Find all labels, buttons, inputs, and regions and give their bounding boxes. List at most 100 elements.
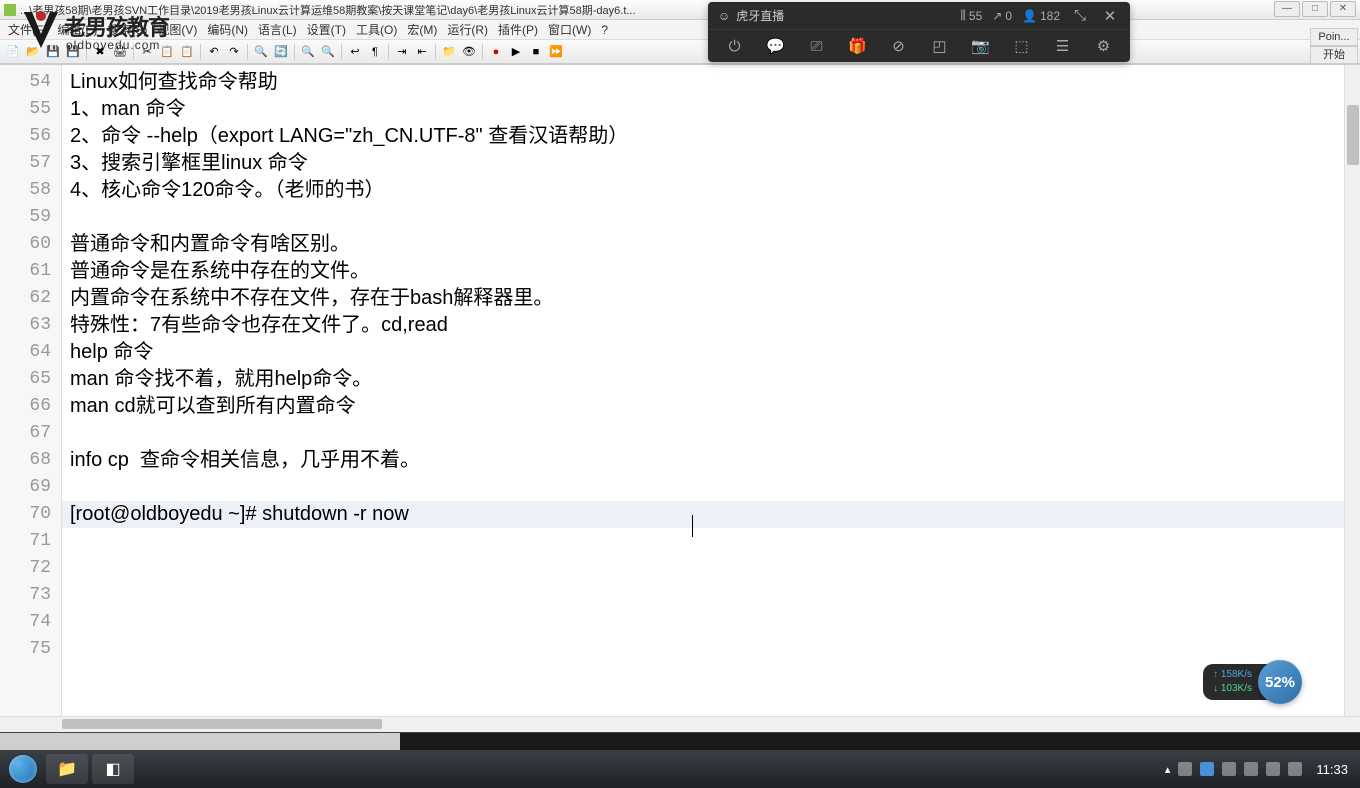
tray-icon-3[interactable] xyxy=(1222,762,1236,776)
tray-chevron-icon[interactable]: ▴ xyxy=(1165,763,1171,776)
tray-volume-icon[interactable] xyxy=(1244,762,1258,776)
fast-icon[interactable]: ⏩ xyxy=(547,43,565,61)
tray-network-icon[interactable] xyxy=(1266,762,1280,776)
record-icon[interactable]: ● xyxy=(487,43,505,61)
chat-icon[interactable]: 💬 xyxy=(766,36,786,56)
list-icon[interactable]: ☰ xyxy=(1053,36,1073,56)
line-number: 59 xyxy=(0,204,61,231)
code-line[interactable]: 特殊性：7有些命令也存在文件了。cd,read xyxy=(62,312,1344,339)
task-explorer[interactable]: 📁 xyxy=(46,754,88,784)
line-number: 62 xyxy=(0,285,61,312)
menu-window[interactable]: 窗口(W) xyxy=(544,21,595,38)
power-icon[interactable]: ⏻ xyxy=(725,36,745,56)
stop-icon[interactable]: ■ xyxy=(527,43,545,61)
code-line[interactable]: man 命令找不着，就用help命令。 xyxy=(62,366,1344,393)
show-chars-icon[interactable]: ¶ xyxy=(366,43,384,61)
code-line[interactable] xyxy=(62,204,1344,231)
zoom-out-icon[interactable]: 🔍 xyxy=(319,43,337,61)
undo-icon[interactable]: ↶ xyxy=(205,43,223,61)
close-stream-icon[interactable]: ✕ xyxy=(1100,6,1120,26)
download-speed: ↓ 103K/s xyxy=(1213,682,1252,696)
line-number-gutter: 5455565758596061626364656667686970717273… xyxy=(0,65,62,716)
camera-icon[interactable]: 📷 xyxy=(971,36,991,56)
code-line[interactable]: help 命令 xyxy=(62,339,1344,366)
code-line[interactable]: info cp 查命令相关信息，几乎用不着。 xyxy=(62,447,1344,474)
play-icon[interactable]: ▶ xyxy=(507,43,525,61)
code-line[interactable]: 3、搜索引擎框里linux 命令 xyxy=(62,150,1344,177)
gift-icon[interactable]: 🎁 xyxy=(848,36,868,56)
monitor-icon[interactable]: 👁 xyxy=(460,43,478,61)
side-panel-title[interactable]: Poin... xyxy=(1310,28,1358,46)
code-line[interactable] xyxy=(62,582,1344,609)
code-line[interactable] xyxy=(62,528,1344,555)
line-number: 70 xyxy=(0,501,61,528)
separator xyxy=(247,44,248,60)
menu-plugins[interactable]: 插件(P) xyxy=(494,21,542,38)
capture-icon[interactable]: ◰ xyxy=(930,36,950,56)
network-speed-widget[interactable]: ↑ 158K/s ↓ 103K/s 52% xyxy=(1203,660,1302,704)
disable-icon[interactable]: ⊘ xyxy=(889,36,909,56)
code-line[interactable]: man cd就可以查到所有内置命令 xyxy=(62,393,1344,420)
menu-macro[interactable]: 宏(M) xyxy=(403,21,441,38)
memory-percent: 52% xyxy=(1265,674,1295,691)
code-line[interactable] xyxy=(62,636,1344,663)
window-titlebar: ...\老男孩58期\老男孩SVN工作目录\2019老男孩Linux云计算运维5… xyxy=(0,0,1360,20)
code-line[interactable]: 普通命令是在系统中存在的文件。 xyxy=(62,258,1344,285)
tray-shield-icon[interactable] xyxy=(1200,762,1214,776)
menu-language[interactable]: 语言(L) xyxy=(254,21,301,38)
code-line[interactable]: 1、man 命令 xyxy=(62,96,1344,123)
tray-flag-icon[interactable] xyxy=(1288,762,1302,776)
menu-encoding[interactable]: 编码(N) xyxy=(203,21,252,38)
video-timeline[interactable] xyxy=(0,732,1360,750)
folder-icon[interactable]: 📁 xyxy=(440,43,458,61)
wrap-icon[interactable]: ↩ xyxy=(346,43,364,61)
line-number: 63 xyxy=(0,312,61,339)
code-line[interactable] xyxy=(62,609,1344,636)
code-line[interactable]: 内置命令在系统中不存在文件，存在于bash解释器里。 xyxy=(62,285,1344,312)
stream-stats: ⫼55 ↗0 👤182 ⤡ ✕ xyxy=(960,6,1120,26)
memory-ball[interactable]: 52% xyxy=(1258,660,1302,704)
settings-icon[interactable]: ⚙ xyxy=(1094,36,1114,56)
redo-icon[interactable]: ↷ xyxy=(225,43,243,61)
maximize-button[interactable]: □ xyxy=(1302,1,1328,17)
streaming-toolbar[interactable]: ☺ 虎牙直播 ⫼55 ↗0 👤182 ⤡ ✕ ⏻ 💬 ⎚ 🎁 ⊘ ◰ 📷 ⬚ ☰… xyxy=(708,2,1130,62)
watermark-logo: 老男孩教育 oldboyedu.com xyxy=(16,6,169,56)
tray-icon-1[interactable] xyxy=(1178,762,1192,776)
code-area[interactable]: Linux如何查找命令帮助1、man 命令2、命令 --help（export … xyxy=(62,65,1344,716)
line-number: 65 xyxy=(0,366,61,393)
record-icon[interactable]: ⬚ xyxy=(1012,36,1032,56)
line-number: 75 xyxy=(0,636,61,663)
close-button[interactable]: ✕ xyxy=(1330,1,1356,17)
side-panel-start[interactable]: 开始 xyxy=(1310,46,1358,64)
screen-icon[interactable]: ⎚ xyxy=(807,36,827,56)
toolbar: 📄 📂 💾 💾 ✖ 🖨 ✂ 📋 📋 ↶ ↷ 🔍 🔄 🔍 🔍 ↩ ¶ ⇥ ⇤ 📁 … xyxy=(0,40,1360,64)
code-line[interactable] xyxy=(62,420,1344,447)
horizontal-scrollbar[interactable] xyxy=(0,716,1360,732)
menu-run[interactable]: 运行(R) xyxy=(443,21,492,38)
h-scrollbar-thumb[interactable] xyxy=(62,719,382,729)
outdent-icon[interactable]: ⇤ xyxy=(413,43,431,61)
menu-settings[interactable]: 设置(T) xyxy=(303,21,350,38)
code-line[interactable]: [root@oldboyedu ~]# shutdown -r now xyxy=(62,501,1344,528)
code-line[interactable]: 普通命令和内置命令有啥区别。 xyxy=(62,231,1344,258)
start-button[interactable] xyxy=(4,753,42,785)
collapse-icon[interactable]: ⤡ xyxy=(1070,6,1090,26)
taskbar-clock[interactable]: 11:33 xyxy=(1310,762,1354,777)
code-line[interactable] xyxy=(62,555,1344,582)
code-line[interactable]: 2、命令 --help（export LANG="zh_CN.UTF-8" 查看… xyxy=(62,123,1344,150)
scrollbar-thumb[interactable] xyxy=(1347,105,1359,165)
replace-icon[interactable]: 🔄 xyxy=(272,43,290,61)
task-app[interactable]: ◧ xyxy=(92,754,134,784)
code-line[interactable]: Linux如何查找命令帮助 xyxy=(62,69,1344,96)
code-line[interactable] xyxy=(62,474,1344,501)
menu-bar: 文件(F) 编辑(E) 搜索(S) 视图(V) 编码(N) 语言(L) 设置(T… xyxy=(0,20,1360,40)
paste-icon[interactable]: 📋 xyxy=(178,43,196,61)
indent-icon[interactable]: ⇥ xyxy=(393,43,411,61)
menu-tools[interactable]: 工具(O) xyxy=(352,21,401,38)
menu-help[interactable]: ? xyxy=(597,23,612,37)
code-line[interactable]: 4、核心命令120命令。（老师的书） xyxy=(62,177,1344,204)
minimize-button[interactable]: — xyxy=(1274,1,1300,17)
vertical-scrollbar[interactable] xyxy=(1344,65,1360,716)
zoom-in-icon[interactable]: 🔍 xyxy=(299,43,317,61)
find-icon[interactable]: 🔍 xyxy=(252,43,270,61)
